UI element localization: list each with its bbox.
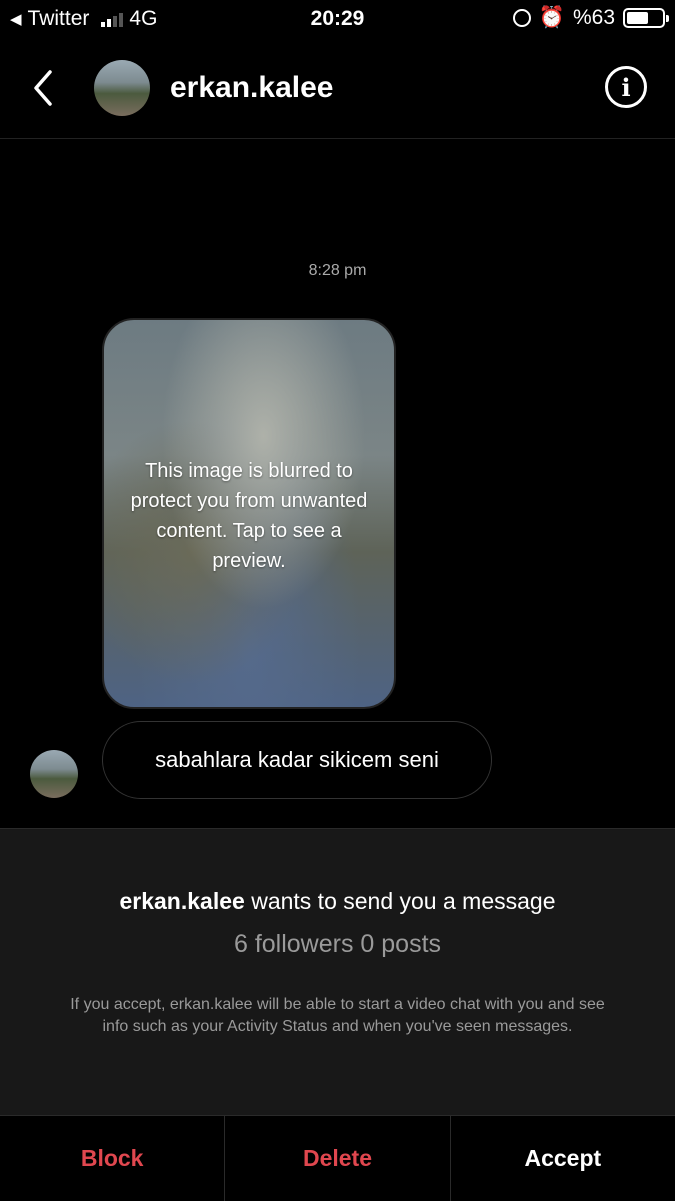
battery-icon	[623, 8, 669, 28]
blurred-image-message[interactable]: This image is blurred to protect you fro…	[102, 318, 396, 709]
delete-button[interactable]: Delete	[224, 1116, 449, 1201]
header-username[interactable]: erkan.kalee	[170, 71, 333, 105]
conversation-header: erkan.kalee i	[0, 38, 675, 139]
request-heading: erkan.kalee wants to send you a message	[0, 888, 675, 915]
alarm-icon: ⏰	[538, 6, 565, 29]
accept-button[interactable]: Accept	[449, 1116, 675, 1201]
sender-avatar[interactable]	[30, 750, 78, 798]
request-actions: Block Delete Accept	[0, 1115, 675, 1201]
status-right: ⏰ %63	[512, 6, 669, 30]
message-timestamp: 8:28 pm	[308, 262, 367, 279]
rotation-lock-icon	[512, 9, 531, 27]
blur-notice: This image is blurred to protect you fro…	[130, 460, 368, 572]
request-note: If you accept, erkan.kalee will be able …	[70, 996, 605, 1035]
avatar[interactable]	[94, 60, 150, 116]
message-request-panel: erkan.kalee wants to send you a message …	[0, 828, 675, 1116]
block-button[interactable]: Block	[0, 1116, 224, 1201]
profile-stats: 6 followers 0 posts	[233, 930, 442, 958]
request-username: erkan.kalee	[119, 888, 245, 914]
info-icon[interactable]: i	[605, 66, 647, 108]
status-bar: ◀ Twitter 4G 20:29 ⏰ %63	[0, 0, 675, 38]
battery-percent: %63	[572, 6, 615, 29]
back-chevron-icon[interactable]	[28, 68, 58, 108]
message-bubble[interactable]: sabahlara kadar sikicem seni	[102, 721, 492, 799]
request-wants-text: wants to send you a message	[244, 888, 556, 914]
